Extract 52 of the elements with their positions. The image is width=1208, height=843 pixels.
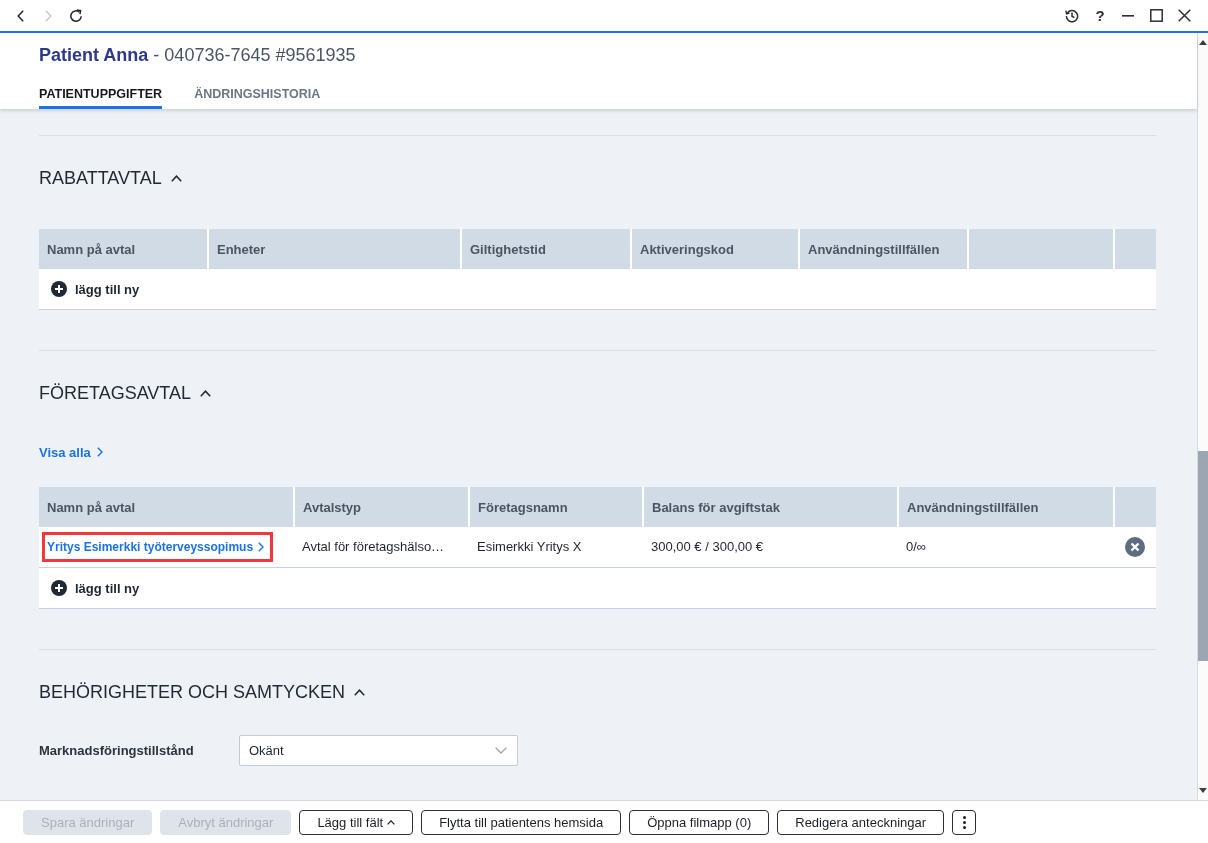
chevron-right-icon: [96, 447, 103, 457]
chevron-left-icon[interactable]: [16, 9, 24, 22]
column-header: Användningstillfällen: [798, 229, 967, 269]
chevron-right-icon: [258, 542, 265, 552]
table-cell-text: 300,00 € / 300,00 €: [650, 538, 765, 556]
help-button[interactable]: ?: [1094, 6, 1106, 25]
column-header: Giltighetstid: [460, 229, 630, 269]
remove-icon[interactable]: [1124, 537, 1145, 557]
patient-name: Patient Anna: [39, 44, 149, 66]
clock-arrow-icon[interactable]: [1065, 8, 1079, 23]
section-title: BEHÖRIGHETER OCH SAMTYCKEN: [39, 681, 346, 704]
column-header: Enheter: [207, 229, 460, 269]
close-icon[interactable]: [1177, 9, 1191, 22]
column-header: Företagsnamn: [468, 487, 642, 527]
scrollbar-thumb[interactable]: [1198, 451, 1208, 661]
maximize-icon[interactable]: [1149, 9, 1163, 22]
column-header: Namn på avtal: [39, 229, 207, 269]
menu-button[interactable]: Lägg till fält: [299, 809, 414, 835]
chevron-up-icon[interactable]: [354, 688, 366, 696]
table-cell-text: Esimerkki Yritys X: [476, 538, 583, 556]
chevron-up-icon[interactable]: [170, 174, 182, 182]
refresh-icon[interactable]: [69, 8, 83, 23]
section-title: FÖRETAGSAVTAL: [39, 382, 192, 405]
agreement-link[interactable]: Yritys Esimerkki työterveyssopimus: [42, 532, 274, 562]
dropdown-field[interactable]: Okänt: [239, 735, 518, 766]
add-new-button[interactable]: lägg till ny: [51, 280, 140, 298]
more-vertical-icon: [962, 815, 966, 829]
chevron-up-icon[interactable]: [200, 389, 212, 397]
column-header: Avtalstyp: [293, 487, 468, 527]
patient-id: - 040736-7645 #9561935: [153, 44, 356, 66]
more-button[interactable]: [952, 809, 977, 835]
section-title: RABATTAVTAL: [39, 167, 162, 190]
chevron-down-icon: [495, 747, 507, 754]
column-header: Balans för avgiftstak: [642, 487, 897, 527]
column-header: Aktiveringskod: [630, 229, 798, 269]
add-new-button[interactable]: lägg till ny: [51, 579, 140, 597]
tab[interactable]: ÄNDRINGSHISTORIA: [194, 86, 321, 109]
table-cell-text: 0/∞: [905, 538, 928, 556]
plus-circle-icon: [51, 281, 67, 297]
table-cell-text: Avtal för företagshälso…: [301, 538, 446, 556]
scroll-up-icon[interactable]: [1199, 40, 1207, 45]
column-header: Namn på avtal: [39, 487, 293, 527]
minimize-icon[interactable]: [1122, 14, 1134, 17]
caret-up-icon: [387, 819, 396, 825]
action-button[interactable]: Öppna filmapp (0): [629, 809, 770, 835]
view-all-link[interactable]: Visa alla: [39, 443, 103, 461]
action-button[interactable]: Redigera anteckningar: [777, 809, 945, 835]
plus-circle-icon: [51, 580, 67, 596]
scroll-down-icon[interactable]: [1199, 788, 1207, 793]
action-button[interactable]: Flytta till patientens hemsida: [421, 809, 622, 835]
field-label: Marknadsföringstillstånd: [39, 743, 195, 758]
column-header: Användningstillfällen: [897, 487, 1113, 527]
